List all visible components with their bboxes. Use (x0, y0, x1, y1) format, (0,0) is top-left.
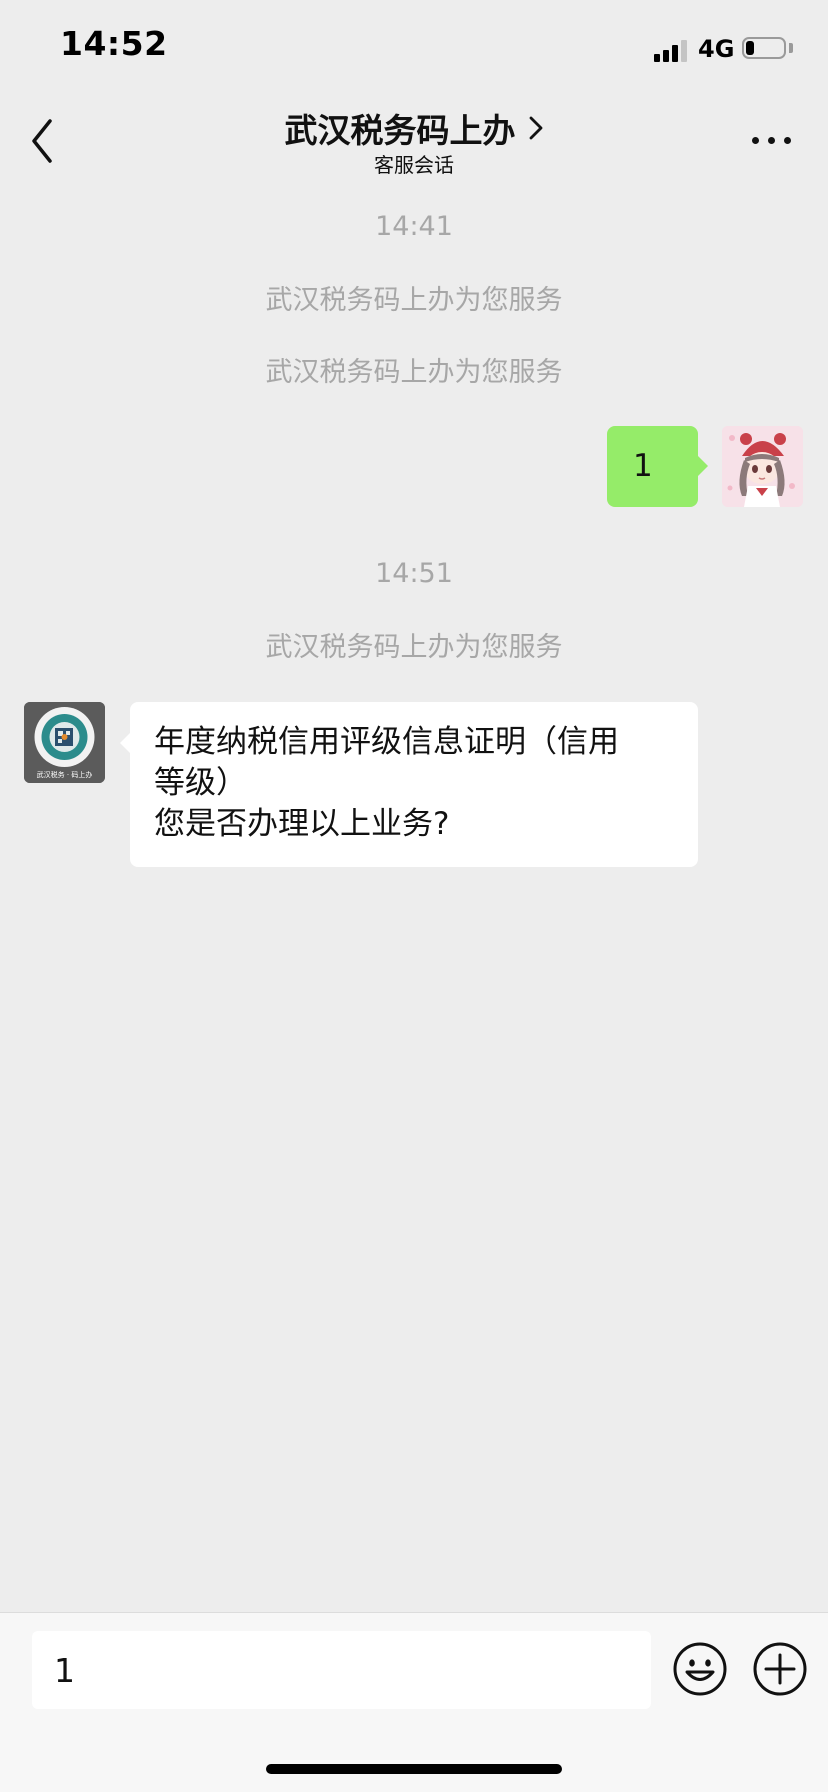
message-line: 等级） (154, 765, 247, 801)
message-line: 年度纳税信用评级信息证明（信用 (154, 724, 619, 760)
battery-cap (789, 43, 793, 53)
chat-subtitle: 客服会话 (374, 153, 454, 177)
incoming-message-bubble[interactable]: 年度纳税信用评级信息证明（信用 等级） 您是否办理以上业务? (130, 702, 698, 867)
emoji-icon (673, 1642, 727, 1696)
status-time: 14:52 (60, 24, 168, 63)
battery-icon (742, 37, 786, 59)
home-indicator[interactable] (266, 1764, 562, 1774)
signal-strength-icon (654, 38, 688, 62)
emoji-button[interactable] (672, 1641, 728, 1697)
chat-title-button[interactable]: 武汉税务码上办 (285, 104, 544, 152)
chevron-right-icon (529, 116, 542, 140)
message-timestamp: 14:41 (375, 211, 453, 242)
message-timestamp: 14:51 (375, 558, 453, 589)
anime-girl-avatar-icon (722, 426, 803, 507)
message-input[interactable] (32, 1631, 651, 1709)
more-button[interactable] (748, 132, 796, 148)
system-message: 武汉税务码上办为您服务 (265, 632, 563, 663)
chat-title: 武汉税务码上办 (284, 111, 516, 150)
message-line: 您是否办理以上业务? (154, 806, 450, 842)
service-account-avatar[interactable]: 武汉税务 · 码上办 (24, 702, 105, 783)
avatar-caption: 武汉税务 · 码上办 (36, 771, 93, 779)
bubble-tail (120, 733, 130, 753)
system-message: 武汉税务码上办为您服务 (265, 357, 563, 388)
network-type: 4G (698, 35, 735, 63)
outgoing-message-bubble[interactable]: 1 (607, 426, 698, 507)
more-actions-button[interactable] (752, 1641, 808, 1697)
battery-fill (746, 41, 754, 55)
bubble-tail (698, 456, 708, 476)
more-icon (752, 137, 759, 144)
user-avatar[interactable] (722, 426, 803, 507)
plus-circle-icon (753, 1642, 807, 1696)
system-message: 武汉税务码上办为您服务 (265, 285, 563, 316)
nav-title-area: 武汉税务码上办 (0, 104, 828, 152)
